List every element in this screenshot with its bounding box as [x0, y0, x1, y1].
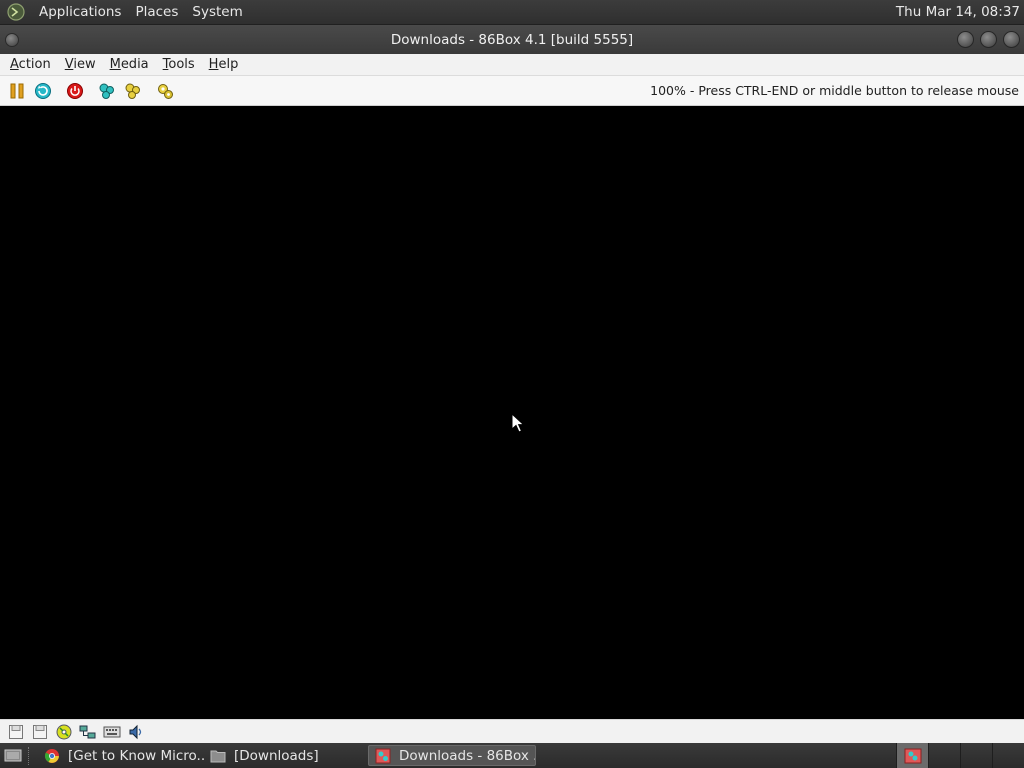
window-controls	[957, 31, 1020, 48]
show-desktop-icon[interactable]	[2, 746, 24, 766]
maximize-button[interactable]	[980, 31, 997, 48]
clock[interactable]: Thu Mar 14, 08:37	[896, 4, 1020, 20]
menu-action[interactable]: Action	[3, 57, 58, 72]
distro-logo-icon[interactable]	[6, 2, 26, 22]
app-menubar: Action View Media Tools Help	[0, 54, 1024, 76]
minimize-button[interactable]	[957, 31, 974, 48]
bottom-taskbar: [Get to Know Micro... [Downloads] Downlo…	[0, 743, 1024, 768]
menu-tools-rest: ools	[168, 57, 195, 72]
menu-tools[interactable]: Tools	[156, 57, 202, 72]
emulator-screen[interactable]	[0, 107, 1024, 719]
sound-icon[interactable]	[126, 722, 146, 742]
menu-help-rest: elp	[218, 57, 239, 72]
window-titlebar[interactable]: Downloads - 86Box 4.1 [build 5555]	[0, 25, 1024, 54]
power-icon[interactable]	[64, 80, 86, 102]
taskbar-task-label: Downloads - 86Box ...	[399, 747, 536, 764]
mouse-pointer-icon	[511, 412, 527, 439]
top-panel: Applications Places System Thu Mar 14, 0…	[0, 0, 1024, 25]
toolbar: 100% - Press CTRL-END or middle button t…	[0, 76, 1024, 106]
ctrl-alt-del-icon[interactable]	[96, 80, 118, 102]
reset-icon[interactable]	[32, 80, 54, 102]
taskbar-task-chrome[interactable]: [Get to Know Micro...	[38, 745, 204, 766]
toolbar-status-message: 100% - Press CTRL-END or middle button t…	[650, 83, 1019, 98]
menu-view[interactable]: View	[58, 57, 103, 72]
taskbar-grip	[28, 746, 32, 765]
taskbar-task-label: [Downloads]	[234, 747, 319, 764]
folder-icon	[210, 748, 226, 764]
menu-action-rest: ction	[18, 57, 51, 72]
ctrl-alt-esc-icon[interactable]	[122, 80, 144, 102]
menu-help[interactable]: Help	[202, 57, 246, 72]
system-menu[interactable]: System	[185, 4, 249, 20]
workspace-1[interactable]	[896, 743, 928, 768]
cdrom-icon[interactable]	[54, 722, 74, 742]
places-menu[interactable]: Places	[128, 4, 185, 20]
window-menu-button[interactable]	[5, 33, 19, 47]
workspace-2[interactable]	[928, 743, 960, 768]
taskbar-task-downloads-folder[interactable]: [Downloads]	[204, 745, 368, 766]
menu-media-rest: edia	[120, 57, 149, 72]
settings-icon[interactable]	[154, 80, 176, 102]
chrome-icon	[44, 748, 60, 764]
workspace-4[interactable]	[992, 743, 1024, 768]
applications-menu[interactable]: Applications	[32, 4, 128, 20]
window-title: Downloads - 86Box 4.1 [build 5555]	[390, 31, 634, 48]
pause-icon[interactable]	[6, 80, 28, 102]
floppy-drive-1-icon[interactable]	[6, 722, 26, 742]
keyboard-icon[interactable]	[102, 722, 122, 742]
floppy-drive-2-icon[interactable]	[30, 722, 50, 742]
workspace-3[interactable]	[960, 743, 992, 768]
taskbar-task-86box[interactable]: Downloads - 86Box ...	[368, 745, 536, 766]
emulator-statusbar	[0, 719, 1024, 743]
menu-view-rest: iew	[73, 57, 96, 72]
workspace-switcher	[896, 743, 1024, 768]
taskbar-task-label: [Get to Know Micro...	[68, 747, 204, 764]
menu-media[interactable]: Media	[103, 57, 156, 72]
86box-icon	[375, 748, 391, 764]
close-button[interactable]	[1003, 31, 1020, 48]
network-icon[interactable]	[78, 722, 98, 742]
